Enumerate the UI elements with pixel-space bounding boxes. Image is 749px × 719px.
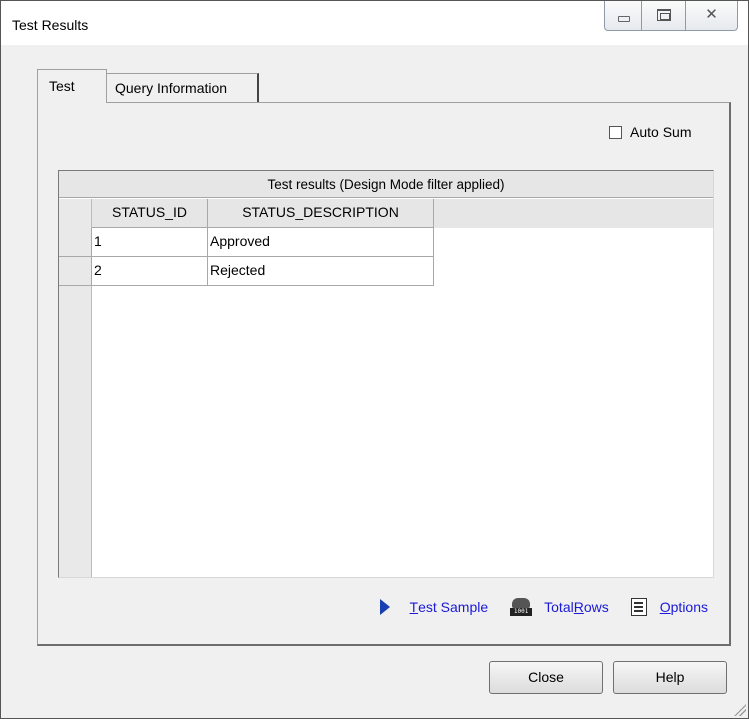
link-text: Total xyxy=(544,599,574,615)
minimize-button[interactable] xyxy=(604,1,642,31)
link-accelerator: T xyxy=(409,599,419,615)
row-header[interactable] xyxy=(59,257,92,286)
checkbox-box[interactable] xyxy=(609,125,622,139)
cell-status-id[interactable]: 2 xyxy=(92,257,208,286)
tab-query-information[interactable]: Query Information xyxy=(107,73,259,102)
test-sample-link[interactable]: Test Sample xyxy=(410,599,489,615)
close-button[interactable]: Close xyxy=(489,661,603,694)
help-button[interactable]: Help xyxy=(613,661,727,694)
options-link[interactable]: Options xyxy=(660,599,708,615)
cell-status-description[interactable]: Approved xyxy=(208,228,434,257)
title-bar[interactable]: Test Results ✕ xyxy=(1,1,748,45)
close-window-button[interactable]: ✕ xyxy=(686,1,738,31)
link-text: ows xyxy=(583,599,609,615)
link-text: est Sample xyxy=(418,599,489,615)
tab-test[interactable]: Test xyxy=(37,69,107,103)
cell-status-description[interactable]: Rejected xyxy=(208,257,434,286)
cell-status-id[interactable]: 1 xyxy=(92,228,208,257)
maximize-button[interactable] xyxy=(642,1,686,31)
maximize-icon xyxy=(657,9,671,21)
test-results-dialog: Test Results ✕ Test Query Information Au… xyxy=(0,0,749,719)
resize-grip-icon[interactable] xyxy=(734,704,746,716)
link-accelerator: R xyxy=(573,599,584,615)
action-links: Test Sample 1001 Total Rows Options xyxy=(379,598,708,616)
results-grid[interactable]: Test results (Design Mode filter applied… xyxy=(58,170,714,578)
total-rows-link[interactable]: Total Rows xyxy=(544,599,609,615)
auto-sum-label: Auto Sum xyxy=(630,124,692,140)
column-header-status-id[interactable]: STATUS_ID xyxy=(92,199,208,228)
play-icon[interactable] xyxy=(379,599,390,615)
list-icon[interactable] xyxy=(630,598,647,616)
row-header[interactable] xyxy=(59,228,92,257)
database-icon[interactable]: 1001 xyxy=(510,598,533,616)
grid-caption: Test results (Design Mode filter applied… xyxy=(59,171,713,198)
close-icon: ✕ xyxy=(705,5,718,23)
link-accelerator: O xyxy=(659,599,671,615)
column-header-status-description[interactable]: STATUS_DESCRIPTION xyxy=(208,199,434,228)
window-controls: ✕ xyxy=(604,1,738,31)
link-text: ptions xyxy=(670,599,708,615)
auto-sum-checkbox[interactable]: Auto Sum xyxy=(609,124,691,140)
window-title: Test Results xyxy=(12,17,89,33)
minimize-icon xyxy=(618,16,630,22)
